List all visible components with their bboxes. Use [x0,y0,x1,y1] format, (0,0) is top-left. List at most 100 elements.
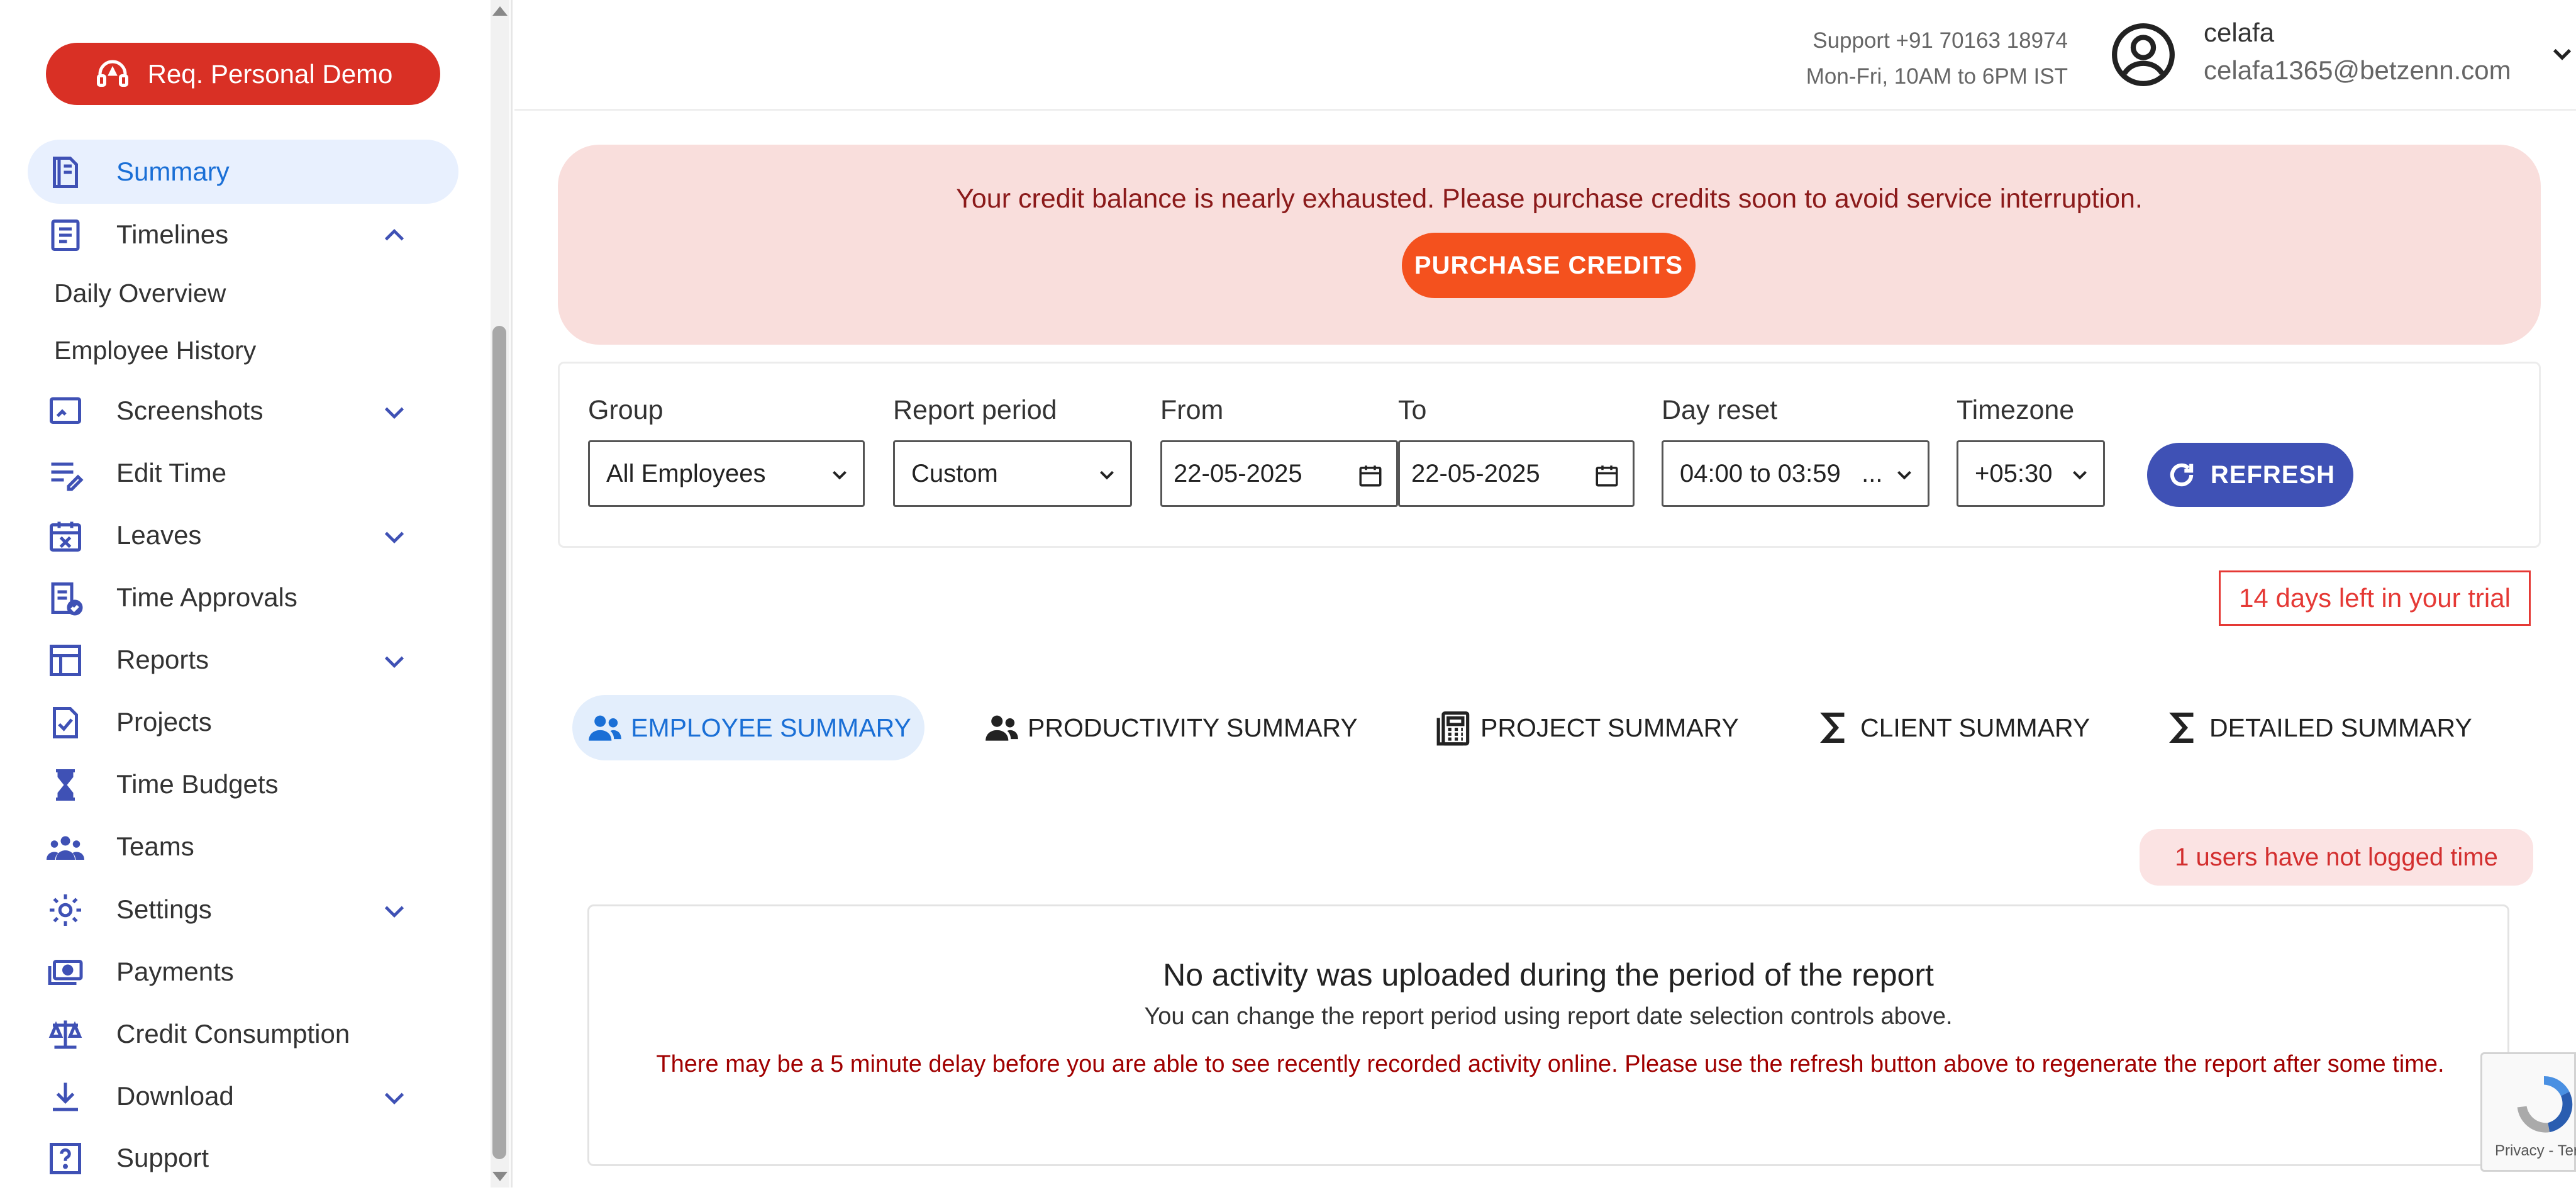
trial-notice: 14 days left in your trial [2219,570,2531,626]
support-info: Support +91 70163 18974 Mon-Fri, 10AM to… [1772,23,2068,94]
chevron-down-icon[interactable] [380,1083,409,1112]
sidebar-item-reports[interactable]: Reports [28,628,458,692]
calendar-icon[interactable] [1594,462,1620,489]
tab-client-summary[interactable]: CLIENT SUMMARY [1815,695,2090,760]
chevron-down-icon[interactable] [380,647,409,676]
recaptcha-text: Privacy - Ter [2495,1142,2576,1159]
tab-project-summary[interactable]: PROJECT SUMMARY [1435,695,1739,760]
to-date-value: 22-05-2025 [1411,459,1540,487]
to-date-input[interactable]: 22-05-2025 [1398,440,1635,507]
scale-icon [47,1016,84,1054]
sidebar-item-summary[interactable]: Summary [28,140,458,204]
group-select-value: All Employees [606,459,766,487]
chevron-down-icon [1095,463,1119,487]
sidebar-item-settings[interactable]: Settings [28,877,458,942]
sidebar-scrollbar-thumb[interactable] [492,326,506,1159]
sidebar-item-edit-time[interactable]: Edit Time [28,441,458,505]
screenshots-icon [47,392,84,430]
user-name: celafa [2204,18,2275,47]
sidebar-subitem-employee-history[interactable]: Employee History [54,336,256,365]
chevron-up-icon[interactable] [380,221,409,250]
sidebar-item-label: Reports [116,645,209,674]
empty-state-subtitle: You can change the report period using r… [1144,1003,1953,1030]
timezone-select[interactable]: +05:30 [1957,440,2105,507]
request-demo-label: Req. Personal Demo [147,58,393,89]
sidebar-item-teams[interactable]: Teams [28,815,458,879]
refresh-icon [2170,463,2194,487]
sigma-icon [1820,712,1845,743]
sidebar-subitem-daily-overview[interactable]: Daily Overview [54,279,226,308]
chevron-down-icon [1892,463,1916,487]
sidebar-item-label: Settings [116,894,212,924]
sidebar-item-screenshots[interactable]: Screenshots [28,379,458,443]
calendar-icon[interactable] [1357,462,1384,489]
report-period-select[interactable]: Custom [893,440,1132,507]
sidebar-item-label: Time Budgets [116,769,279,799]
scroll-down-arrow-icon[interactable] [491,1166,509,1185]
tab-productivity-summary[interactable]: PRODUCTIVITY SUMMARY [982,695,1358,760]
user-menu-chevron-icon[interactable] [2549,40,2575,67]
chevron-down-icon[interactable] [380,398,409,426]
gear-icon [47,891,84,929]
top-header: Support +91 70163 18974 Mon-Fri, 10AM to… [514,0,2576,111]
tab-label: PRODUCTIVITY SUMMARY [1028,713,1358,742]
scroll-up-arrow-icon[interactable] [491,3,509,21]
sidebar-item-label: Timelines [116,220,229,249]
sidebar-item-payments[interactable]: Payments [28,940,458,1004]
support-phone: Support +91 70163 18974 [1813,28,2068,53]
support-hours: Mon-Fri, 10AM to 6PM IST [1806,64,2068,89]
not-logged-badge: 1 users have not logged time [2140,829,2533,886]
download-icon [47,1078,84,1116]
people-icon [985,715,1018,741]
chevron-down-icon [2068,463,2092,487]
purchase-credits-button[interactable]: PURCHASE CREDITS [1402,233,1696,298]
sidebar-item-label: Projects [116,707,212,737]
request-demo-button[interactable]: Req. Personal Demo [46,43,440,105]
sidebar-item-label: Download [116,1081,234,1111]
sidebar-item-label: Screenshots [116,396,264,425]
sidebar-item-timelines[interactable]: Timelines [28,203,458,267]
group-select[interactable]: All Employees [588,440,865,507]
teams-icon [47,828,84,866]
timezone-label: Timezone [1957,395,2075,425]
user-email: celafa1365@betzenn.com [2204,55,2511,85]
reports-icon [47,642,84,679]
sidebar-item-label: Support [116,1143,209,1172]
from-date-input[interactable]: 22-05-2025 [1160,440,1398,507]
tab-label: DETAILED SUMMARY [2209,713,2472,742]
chevron-down-icon[interactable] [380,896,409,925]
sidebar: Req. Personal Demo Summary Timelines Dai… [0,0,513,1187]
chevron-down-icon [828,463,852,487]
recaptcha-badge[interactable]: Privacy - Ter [2480,1052,2576,1172]
to-label: To [1398,395,1427,425]
sidebar-item-time-budgets[interactable]: Time Budgets [28,752,458,816]
payments-icon [47,954,84,991]
refresh-label: REFRESH [2210,460,2336,489]
people-icon [589,715,621,741]
report-filters: Group All Employees Report period Custom… [558,362,2541,548]
sidebar-item-label: Teams [116,831,194,861]
day-reset-select[interactable]: 04:00 to 03:59 ... [1662,440,1929,507]
sidebar-item-leaves[interactable]: Leaves [28,503,458,567]
tab-employee-summary[interactable]: EMPLOYEE SUMMARY [572,695,924,760]
sidebar-item-label: Summary [116,157,230,186]
projects-icon [47,704,84,742]
refresh-button[interactable]: REFRESH [2147,443,2353,507]
sidebar-item-time-approvals[interactable]: Time Approvals [28,565,458,630]
sidebar-item-support[interactable]: Support [28,1126,458,1190]
tab-label: CLIENT SUMMARY [1860,713,2090,742]
sidebar-item-credit-consumption[interactable]: Credit Consumption [28,1002,458,1066]
sigma-icon [2169,712,2194,743]
chevron-down-icon[interactable] [380,522,409,551]
sidebar-item-download[interactable]: Download [28,1064,458,1128]
hourglass-icon [47,766,84,804]
sidebar-item-label: Edit Time [116,458,227,487]
timezone-value: +05:30 [1975,459,2053,487]
sidebar-item-projects[interactable]: Projects [28,690,458,754]
credit-alert-message: Your credit balance is nearly exhausted.… [956,184,2143,214]
sidebar-item-label: Credit Consumption [116,1019,350,1048]
tab-detailed-summary[interactable]: DETAILED SUMMARY [2164,695,2472,760]
empty-state-warning: There may be a 5 minute delay before you… [656,1051,2445,1077]
group-label: Group [588,395,663,425]
user-avatar-icon[interactable] [2109,20,2178,89]
